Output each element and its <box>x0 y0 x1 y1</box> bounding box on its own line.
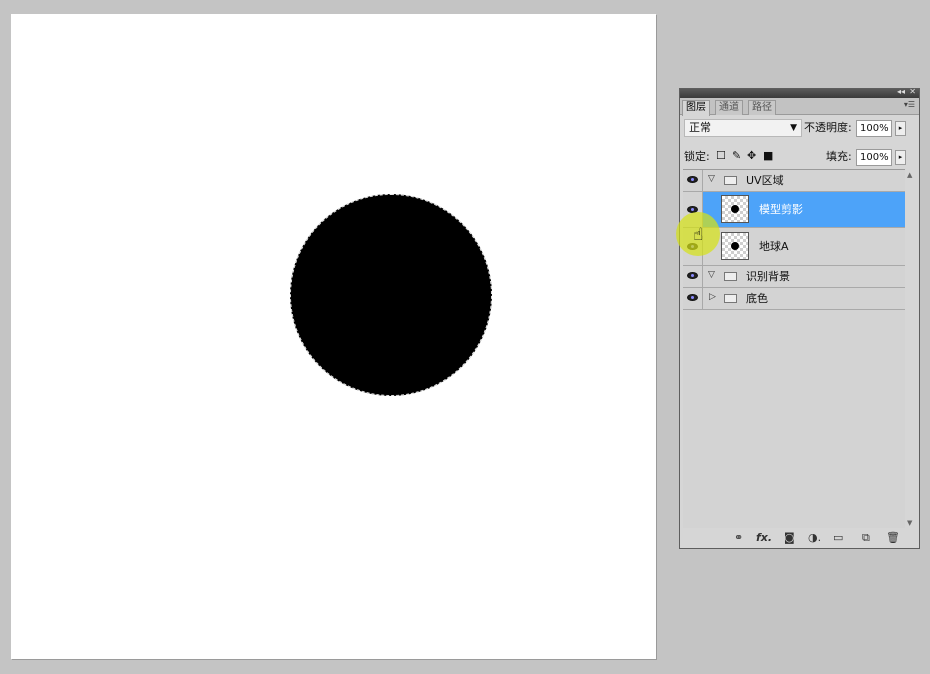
lock-image-pixels-icon[interactable]: ✎ <box>732 149 741 163</box>
opacity-label: 不透明度: <box>804 121 852 134</box>
lock-all-icon[interactable]: ■ <box>763 149 773 163</box>
layer-name: 识别背景 <box>746 270 790 283</box>
opacity-slider-button[interactable]: ▸ <box>895 121 906 136</box>
chevron-down-icon: ▼ <box>790 123 797 133</box>
collapse-triangle-icon[interactable]: ▷ <box>709 292 716 302</box>
layer-name: 地球A <box>759 240 789 253</box>
fill-input[interactable]: 100% <box>856 149 892 166</box>
scroll-down-icon[interactable]: ▼ <box>907 519 912 527</box>
panel-menu-icon[interactable]: ▾☰ <box>904 100 915 109</box>
lock-transparent-pixels-icon[interactable]: ☐ <box>716 149 726 163</box>
group-icon[interactable]: ▭ <box>833 531 843 545</box>
scroll-up-icon[interactable]: ▲ <box>907 171 912 179</box>
layers-bottom-toolbar: ⚭ fx. ◙ ◑. ▭ ⧉ 🗑 <box>680 528 919 548</box>
layer-group-uv[interactable]: ▽ UV区域 <box>683 170 906 192</box>
layer-group-recognition-bg[interactable]: ▽ 识别背景 <box>683 266 906 288</box>
new-layer-icon[interactable]: ⧉ <box>862 531 870 545</box>
layer-name: 底色 <box>746 292 768 305</box>
tab-paths[interactable]: 路径 <box>748 100 776 115</box>
collapse-icon[interactable]: ◂◂ <box>897 87 905 97</box>
layers-scrollbar[interactable]: ▲ ▼ <box>905 169 916 529</box>
tab-channels[interactable]: 通道 <box>715 100 743 115</box>
blend-mode-value: 正常 <box>689 121 711 134</box>
panel-tabs: 图层 通道 路径 ▾☰ <box>680 98 919 116</box>
tab-layers[interactable]: 图层 <box>682 100 710 116</box>
fill-slider-button[interactable]: ▸ <box>895 150 906 165</box>
hand-cursor-icon: ☝ <box>693 225 704 245</box>
expand-triangle-icon[interactable]: ▽ <box>708 270 715 280</box>
blend-mode-select[interactable]: 正常 ▼ <box>684 119 802 137</box>
trash-icon[interactable]: 🗑 <box>886 531 900 545</box>
folder-icon <box>724 294 737 303</box>
panel-titlebar[interactable]: ◂◂ ✕ <box>680 87 919 98</box>
thumb-circle <box>731 205 739 213</box>
layer-thumbnail <box>721 232 749 260</box>
mask-icon[interactable]: ◙ <box>784 531 795 545</box>
layer-group-base-color[interactable]: ▷ 底色 <box>683 288 906 310</box>
opacity-input[interactable]: 100% <box>856 120 892 137</box>
expand-triangle-icon[interactable]: ▽ <box>708 174 715 184</box>
layer-name: UV区域 <box>746 174 784 187</box>
fx-icon[interactable]: fx. <box>756 531 772 545</box>
lock-position-icon[interactable]: ✥ <box>747 149 756 163</box>
layers-panel: ◂◂ ✕ 图层 通道 路径 ▾☰ 正常 ▼ 不透明度: 100% ▸ 锁定: ☐… <box>679 87 920 549</box>
layer-name: 模型剪影 <box>759 203 803 216</box>
adjustment-icon[interactable]: ◑. <box>808 531 821 545</box>
document-canvas[interactable] <box>11 14 656 659</box>
link-icon[interactable]: ⚭ <box>734 531 743 545</box>
eye-icon[interactable] <box>687 272 698 279</box>
thumb-circle <box>731 242 739 250</box>
layer-thumbnail <box>721 195 749 223</box>
lock-label: 锁定: <box>684 150 710 163</box>
eye-icon[interactable] <box>687 176 698 183</box>
eye-icon[interactable] <box>687 294 698 301</box>
folder-icon <box>724 176 737 185</box>
fill-label: 填充: <box>826 150 852 163</box>
black-circle-shape <box>290 194 492 396</box>
close-icon[interactable]: ✕ <box>909 87 916 97</box>
folder-icon <box>724 272 737 281</box>
